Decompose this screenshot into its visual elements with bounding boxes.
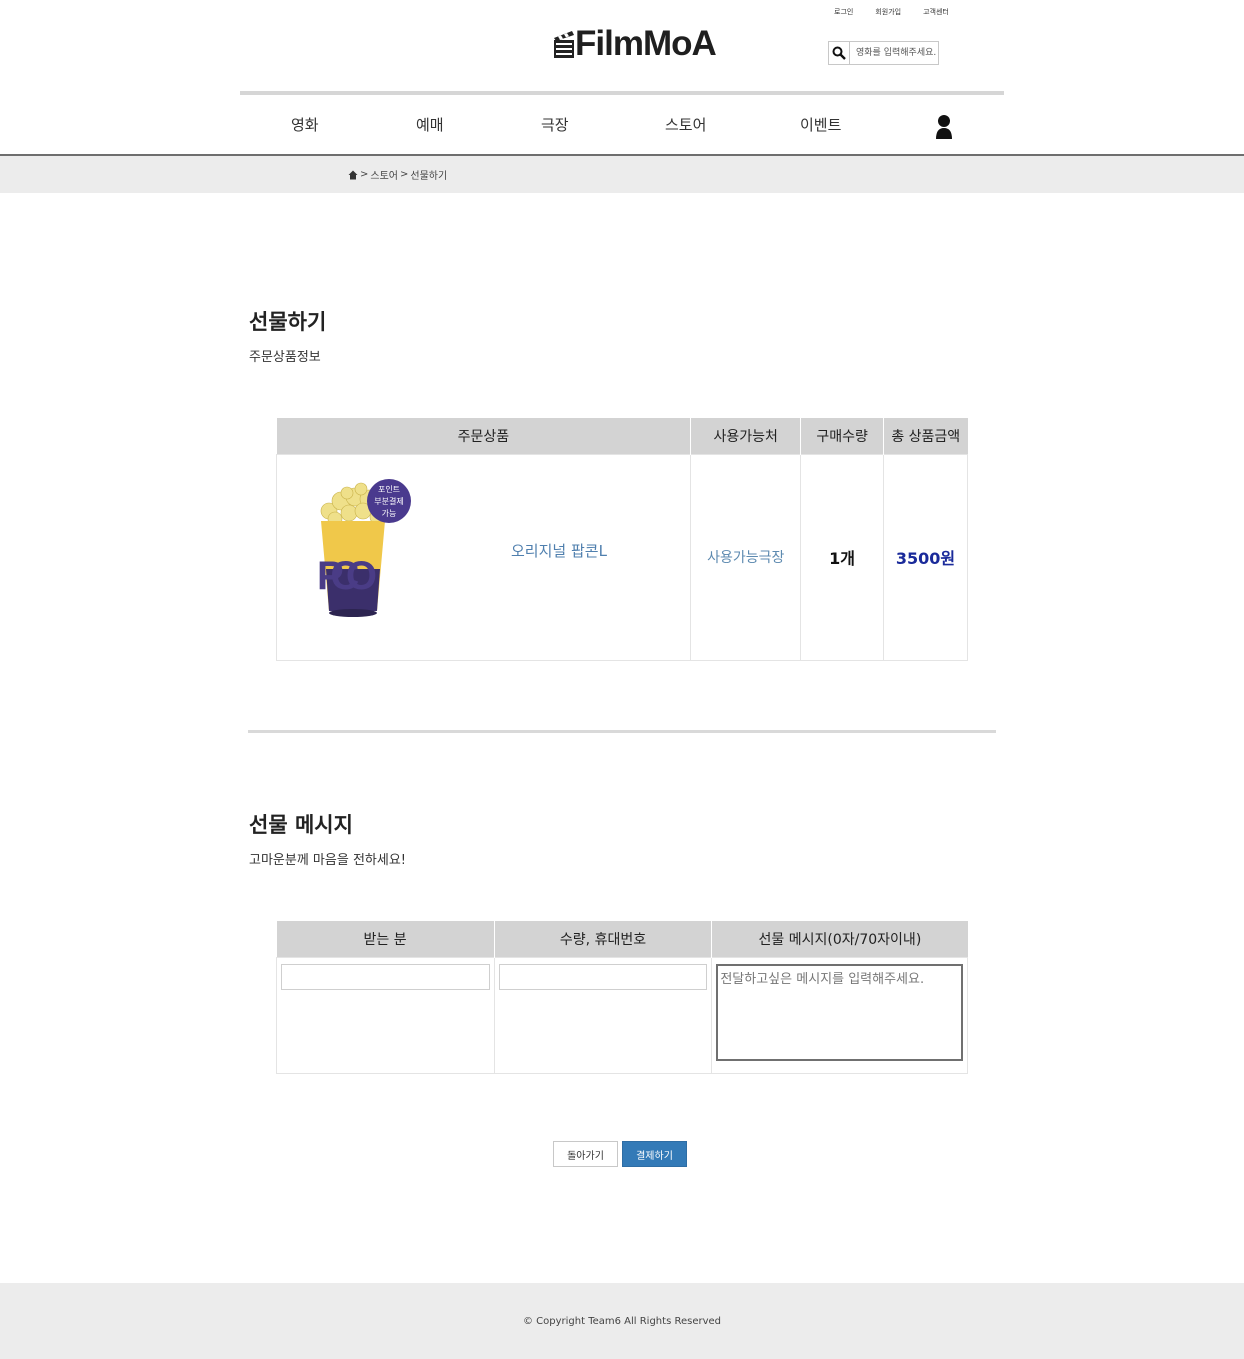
nav-item-theater[interactable]: 극장	[541, 114, 569, 135]
gift-message-table: 받는 분 수량, 휴대번호 선물 메시지(0자/70자이내)	[276, 921, 968, 1074]
search-button[interactable]	[829, 42, 850, 64]
copyright-text: © Copyright Team6 All Rights Reserved	[522, 1316, 722, 1327]
badge-line-2: 부분결제	[374, 496, 403, 506]
recipient-cell	[276, 956, 495, 1074]
column-header: 주문상품	[276, 418, 692, 454]
site-logo[interactable]: FilmMoA	[553, 24, 717, 64]
nav-item-store[interactable]: 스토어	[665, 114, 706, 135]
breadcrumb: > 스토어 > 선물하기	[348, 167, 447, 182]
column-header: 선물 메시지(0자/70자이내)	[711, 921, 968, 957]
section-divider	[248, 730, 996, 733]
search-box	[828, 41, 939, 65]
badge-line-3: 가능	[382, 509, 397, 518]
breadcrumb-current: 선물하기	[410, 171, 448, 182]
product-name-link[interactable]: 오리지널 팝콘L	[511, 540, 607, 561]
column-header: 받는 분	[276, 921, 495, 957]
popcorn-product-image[interactable]: PCO 포인트 부분결제 가능	[317, 469, 417, 624]
pay-button[interactable]: 결제하기	[622, 1141, 687, 1167]
main-nav: 영화 예매 극장 스토어 이벤트	[0, 114, 1244, 140]
customer-center-link[interactable]: 고객센터	[923, 7, 949, 17]
home-icon[interactable]	[348, 170, 358, 180]
phone-input[interactable]	[498, 963, 708, 990]
recipient-input[interactable]	[281, 963, 490, 990]
cup-text: PCO	[317, 554, 377, 598]
phone-cell	[493, 956, 713, 1074]
nav-item-event[interactable]: 이벤트	[800, 114, 841, 135]
gift-message-title: 선물 메시지	[249, 813, 353, 837]
column-header: 구매수량	[800, 418, 885, 454]
breadcrumb-separator: >	[400, 169, 409, 180]
search-icon	[832, 46, 846, 60]
table-row: PCO 포인트 부분결제 가능 오리지널 팝콘L 사용가능극장 1개 3500원	[275, 453, 968, 661]
place-cell: 사용가능극장	[690, 453, 802, 661]
clapperboard-icon	[554, 31, 574, 58]
quantity-cell: 1개	[800, 453, 885, 661]
header-divider	[240, 91, 1004, 95]
price-cell: 3500원	[883, 453, 968, 661]
back-button[interactable]: 돌아가기	[553, 1141, 618, 1167]
available-theater-link[interactable]: 사용가능극장	[707, 550, 784, 566]
badge-line-1: 포인트	[378, 484, 400, 494]
column-header: 총 상품금액	[883, 418, 968, 454]
order-info-subtitle: 주문상품정보	[249, 350, 321, 365]
breadcrumb-separator: >	[360, 169, 369, 180]
gift-message-textarea[interactable]	[716, 963, 963, 1061]
page-title: 선물하기	[249, 310, 327, 334]
top-links: 로그인 회원가입 고객센터	[834, 7, 949, 17]
column-header: 사용가능처	[690, 418, 802, 454]
column-header: 수량, 휴대번호	[494, 921, 713, 957]
user-icon[interactable]	[934, 114, 954, 140]
table-header-row: 주문상품 사용가능처 구매수량 총 상품금액	[276, 418, 968, 454]
message-cell	[711, 956, 968, 1074]
action-buttons: 돌아가기 결제하기	[553, 1141, 687, 1167]
breadcrumb-store[interactable]: 스토어	[370, 167, 398, 182]
login-link[interactable]: 로그인	[834, 7, 853, 17]
footer: © Copyright Team6 All Rights Reserved	[0, 1283, 1244, 1359]
breadcrumb-bar: > 스토어 > 선물하기	[0, 156, 1244, 193]
quantity-value: 1개	[829, 549, 856, 568]
table-row	[276, 956, 968, 1074]
total-price: 3500원	[895, 549, 956, 568]
nav-item-booking[interactable]: 예매	[416, 114, 444, 135]
product-cell: PCO 포인트 부분결제 가능 오리지널 팝콘L	[275, 453, 692, 661]
table-header-row: 받는 분 수량, 휴대번호 선물 메시지(0자/70자이내)	[276, 921, 968, 957]
search-input[interactable]	[850, 42, 938, 64]
logo-text: FilmMoA	[575, 24, 717, 63]
order-table: 주문상품 사용가능처 구매수량 총 상품금액 PCO 포인트 부분결제 가능 오…	[275, 418, 968, 661]
gift-message-subtitle: 고마운분께 마음을 전하세요!	[249, 853, 406, 868]
nav-item-movie[interactable]: 영화	[291, 114, 319, 135]
signup-link[interactable]: 회원가입	[875, 7, 901, 17]
